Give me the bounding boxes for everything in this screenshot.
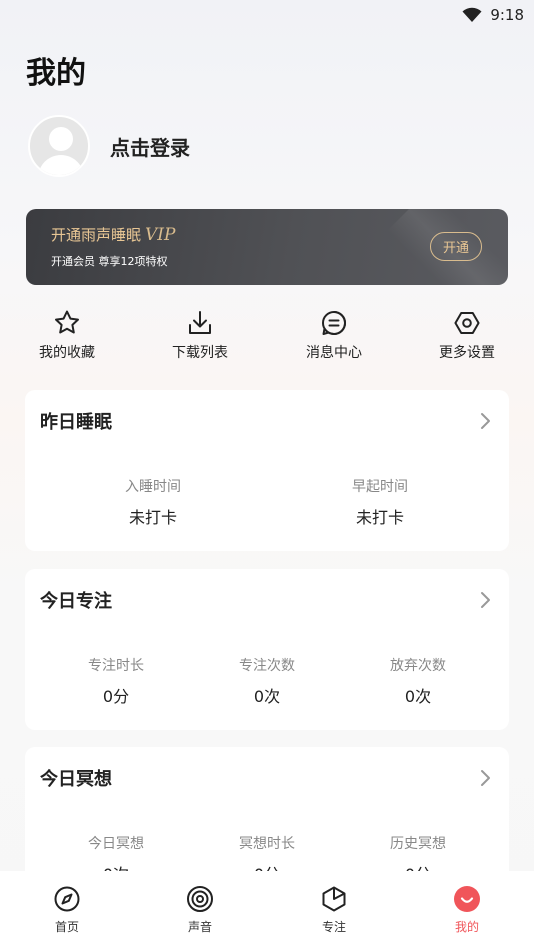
profile-login[interactable]: 点击登录 [28,114,190,178]
favorites-label: 我的收藏 [39,345,95,361]
download-icon [189,311,211,334]
sleep-stat-waketime: 早起时间 未打卡 [320,476,440,528]
tab-focus[interactable]: 专注 [294,885,374,935]
tab-sound[interactable]: 声音 [160,885,240,935]
stat-value: 未打卡 [355,508,404,527]
meditation-card-title: 今日冥想 [40,769,112,790]
stat-label: 今日冥想 [88,836,144,852]
stat-label: 历史冥想 [390,836,446,852]
chevron-right-icon[interactable] [477,767,493,789]
focus-card-title: 今日专注 [40,591,112,612]
vip-title: 开通雨声睡眠 VIP [51,224,175,245]
stat-label: 专注时长 [88,658,144,674]
smile-icon [454,886,480,912]
disc-icon [187,886,213,912]
tab-focus-label: 专注 [321,920,346,934]
focus-card[interactable]: 今日专注 专注时长 0分 专注次数 0次 放弃次数 0次 [25,569,509,730]
cube-icon [322,886,346,912]
sleep-stat-bedtime: 入睡时间 未打卡 [93,476,213,528]
stat-label: 放弃次数 [390,658,446,674]
stat-label: 早起时间 [352,479,408,495]
settings-icon [454,311,480,335]
stat-label: 专注次数 [239,658,295,674]
avatar-placeholder[interactable] [28,115,90,177]
favorites-button[interactable]: 我的收藏 [17,308,117,362]
tab-mine[interactable]: 我的 [427,885,507,935]
focus-stat-duration: 专注时长 0分 [56,655,176,707]
star-icon [55,310,79,334]
sleep-card-title: 昨日睡眠 [40,412,112,433]
settings-button[interactable]: 更多设置 [417,308,517,362]
status-time: 9:18 [490,6,524,24]
stat-value: 0次 [253,687,281,706]
bottom-tabbar: 首页 声音 专注 我的 [0,871,534,949]
focus-stat-count: 专注次数 0次 [207,655,327,707]
tab-home[interactable]: 首页 [27,885,107,935]
tab-home-label: 首页 [54,920,79,934]
chevron-right-icon[interactable] [477,589,493,611]
status-bar: 9:18 [0,0,534,30]
messages-button[interactable]: 消息中心 [284,308,384,362]
vip-open-button[interactable]: 开通 [430,232,482,261]
vip-subtitle: 开通会员 尊享12项特权 [51,255,168,268]
downloads-label: 下载列表 [172,345,228,361]
page-title: 我的 [26,56,86,91]
downloads-button[interactable]: 下载列表 [150,308,250,362]
wifi-icon [462,7,482,22]
tab-mine-label: 我的 [454,920,479,934]
messages-label: 消息中心 [306,345,362,361]
settings-label: 更多设置 [439,345,495,361]
tab-sound-label: 声音 [187,920,212,934]
login-label[interactable]: 点击登录 [110,132,190,161]
stat-value: 0分 [102,687,130,706]
vip-title-text: 开通雨声睡眠 [51,226,142,244]
sleep-card[interactable]: 昨日睡眠 入睡时间 未打卡 早起时间 未打卡 [25,390,509,551]
stat-value: 0次 [404,687,432,706]
message-icon [322,310,346,335]
stat-label: 入睡时间 [125,479,181,495]
chevron-right-icon[interactable] [477,410,493,432]
stat-label: 冥想时长 [239,836,295,852]
stat-value: 未打卡 [128,508,177,527]
vip-mark: VIP [145,225,176,245]
quick-actions: 我的收藏 下载列表 消息中心 更多设置 [0,308,534,368]
focus-stat-giveup: 放弃次数 0次 [358,655,478,707]
vip-banner[interactable]: 开通雨声睡眠 VIP 开通会员 尊享12项特权 开通 [26,209,508,285]
compass-icon [54,886,80,912]
